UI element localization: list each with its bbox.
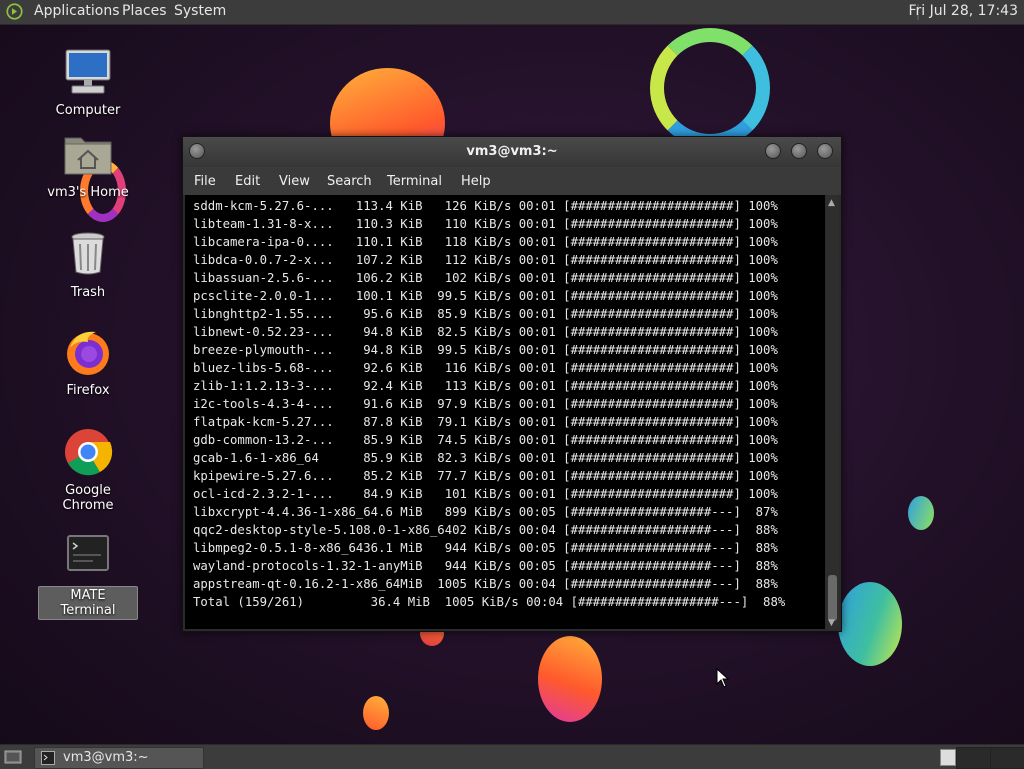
terminal-line: sddm-kcm-5.27.6-... 113.4 KiB 126 KiB/s … bbox=[193, 199, 778, 213]
workspace-2[interactable] bbox=[956, 747, 992, 769]
firefox-icon bbox=[62, 326, 114, 378]
wallpaper-blob bbox=[538, 636, 602, 722]
terminal-line: appstream-qt-0.16.2-1-x86_64MiB 1005 KiB… bbox=[193, 577, 778, 591]
desktop-icon-home[interactable]: vm3's Home bbox=[38, 128, 138, 201]
terminal-line: wayland-protocols-1.32-1-anyMiB 944 KiB/… bbox=[193, 559, 778, 573]
computer-icon bbox=[62, 46, 114, 98]
terminal-line: libnghttp2-1.55.... 95.6 KiB 85.9 KiB/s … bbox=[193, 307, 778, 321]
window-menubar: File Edit View Search Terminal Help bbox=[183, 167, 841, 195]
close-button[interactable] bbox=[817, 143, 833, 159]
trash-icon bbox=[62, 228, 114, 280]
terminal-line: pcsclite-2.0.0-1... 100.1 KiB 99.5 KiB/s… bbox=[193, 289, 778, 303]
scroll-up-arrow-icon[interactable]: ▲ bbox=[828, 198, 835, 208]
terminal-line: ocl-icd-2.3.2-1-... 84.9 KiB 101 KiB/s 0… bbox=[193, 487, 778, 501]
terminal-line: zlib-1:1.2.13-3-... 92.4 KiB 113 KiB/s 0… bbox=[193, 379, 778, 393]
desktop-icon-label: Trash bbox=[70, 285, 106, 300]
terminal-line: Total (159/261) 36.4 MiB 1005 KiB/s 00:0… bbox=[193, 595, 786, 609]
applications-menu[interactable]: Applications bbox=[34, 3, 120, 19]
mouse-pointer-icon bbox=[716, 668, 730, 688]
window-titlebar[interactable]: vm3@vm3:~ bbox=[183, 137, 841, 167]
desktop-icon-label: MATE Terminal bbox=[38, 586, 138, 620]
chrome-icon bbox=[62, 426, 114, 478]
terminal-line: gcab-1.6-1-x86_64 85.9 KiB 82.3 KiB/s 00… bbox=[193, 451, 778, 465]
terminal-line: libnewt-0.52.23-... 94.8 KiB 82.5 KiB/s … bbox=[193, 325, 778, 339]
taskbar-window-label: vm3@vm3:~ bbox=[63, 750, 149, 765]
workspace-3[interactable] bbox=[990, 747, 1024, 769]
terminal-window[interactable]: vm3@vm3:~ File Edit View Search Terminal… bbox=[182, 136, 842, 632]
desktop-icon-label: Google Chrome bbox=[62, 483, 114, 513]
scroll-down-arrow-icon[interactable]: ▼ bbox=[828, 618, 835, 628]
top-panel: Applications Places System Fri Jul 28, 1… bbox=[0, 0, 1024, 25]
maximize-button[interactable] bbox=[791, 143, 807, 159]
terminal-line: bluez-libs-5.68-... 92.6 KiB 116 KiB/s 0… bbox=[193, 361, 778, 375]
menu-terminal[interactable]: Terminal bbox=[387, 174, 442, 189]
show-desktop-icon[interactable] bbox=[4, 748, 22, 766]
home-folder-icon bbox=[62, 128, 114, 180]
terminal-line: flatpak-kcm-5.27... 87.8 KiB 79.1 KiB/s … bbox=[193, 415, 778, 429]
desktop-icon-label: Firefox bbox=[66, 383, 110, 398]
terminal-line: libcamera-ipa-0.... 110.1 KiB 118 KiB/s … bbox=[193, 235, 778, 249]
terminal-line: libassuan-2.5.6-... 106.2 KiB 102 KiB/s … bbox=[193, 271, 778, 285]
terminal-line: libxcrypt-4.4.36-1-x86_64.6 MiB 899 KiB/… bbox=[193, 505, 778, 519]
desktop-icon-terminal[interactable]: MATE Terminal bbox=[38, 530, 138, 620]
menu-view[interactable]: View bbox=[279, 174, 310, 189]
menu-file[interactable]: File bbox=[194, 174, 216, 189]
terminal-line: gdb-common-13.2-... 85.9 KiB 74.5 KiB/s … bbox=[193, 433, 778, 447]
terminal-scrollbar[interactable]: ▲ ▼ bbox=[826, 195, 839, 629]
scrollbar-thumb[interactable] bbox=[828, 575, 837, 621]
desktop-icon-computer[interactable]: Computer bbox=[38, 46, 138, 119]
terminal-line: i2c-tools-4.3-4-... 91.6 KiB 97.9 KiB/s … bbox=[193, 397, 778, 411]
desktop-icon-firefox[interactable]: Firefox bbox=[38, 326, 138, 399]
terminal-line: kpipewire-5.27.6... 85.2 KiB 77.7 KiB/s … bbox=[193, 469, 778, 483]
desktop-icon-label: vm3's Home bbox=[47, 185, 129, 200]
terminal-line: libdca-0.0.7-2-x... 107.2 KiB 112 KiB/s … bbox=[193, 253, 778, 267]
terminal-icon bbox=[62, 530, 114, 582]
menu-help[interactable]: Help bbox=[461, 174, 491, 189]
workspace-indicator-active[interactable] bbox=[940, 749, 956, 766]
wallpaper-blob bbox=[838, 582, 902, 666]
minimize-button[interactable] bbox=[765, 143, 781, 159]
terminal-line: breeze-plymouth-... 94.8 KiB 99.5 KiB/s … bbox=[193, 343, 778, 357]
terminal-small-icon bbox=[41, 751, 55, 765]
wallpaper-blob bbox=[908, 496, 934, 530]
terminal-line: libteam-1.31-8-x... 110.3 KiB 110 KiB/s … bbox=[193, 217, 778, 231]
terminal-line: qqc2-desktop-style-5.108.0-1-x86_6402 Ki… bbox=[193, 523, 778, 537]
menu-search[interactable]: Search bbox=[327, 174, 372, 189]
wallpaper-ring bbox=[650, 28, 770, 148]
mate-logo-icon[interactable] bbox=[6, 3, 23, 20]
clock[interactable]: Fri Jul 28, 17:43 bbox=[908, 3, 1018, 19]
places-menu[interactable]: Places bbox=[122, 3, 167, 19]
terminal-output[interactable]: sddm-kcm-5.27.6-... 113.4 KiB 126 KiB/s … bbox=[185, 195, 825, 629]
system-menu[interactable]: System bbox=[174, 3, 226, 19]
wallpaper-blob bbox=[363, 696, 389, 730]
taskbar-window-button[interactable]: vm3@vm3:~ bbox=[34, 747, 204, 769]
bottom-panel: vm3@vm3:~ bbox=[0, 744, 1024, 769]
desktop-icon-trash[interactable]: Trash bbox=[38, 228, 138, 301]
menu-edit[interactable]: Edit bbox=[235, 174, 260, 189]
desktop-icon-chrome[interactable]: Google Chrome bbox=[38, 426, 138, 514]
desktop-icon-label: Computer bbox=[55, 103, 121, 118]
terminal-line: libmpeg2-0.5.1-8-x86_6436.1 MiB 944 KiB/… bbox=[193, 541, 778, 555]
window-title: vm3@vm3:~ bbox=[466, 144, 558, 159]
